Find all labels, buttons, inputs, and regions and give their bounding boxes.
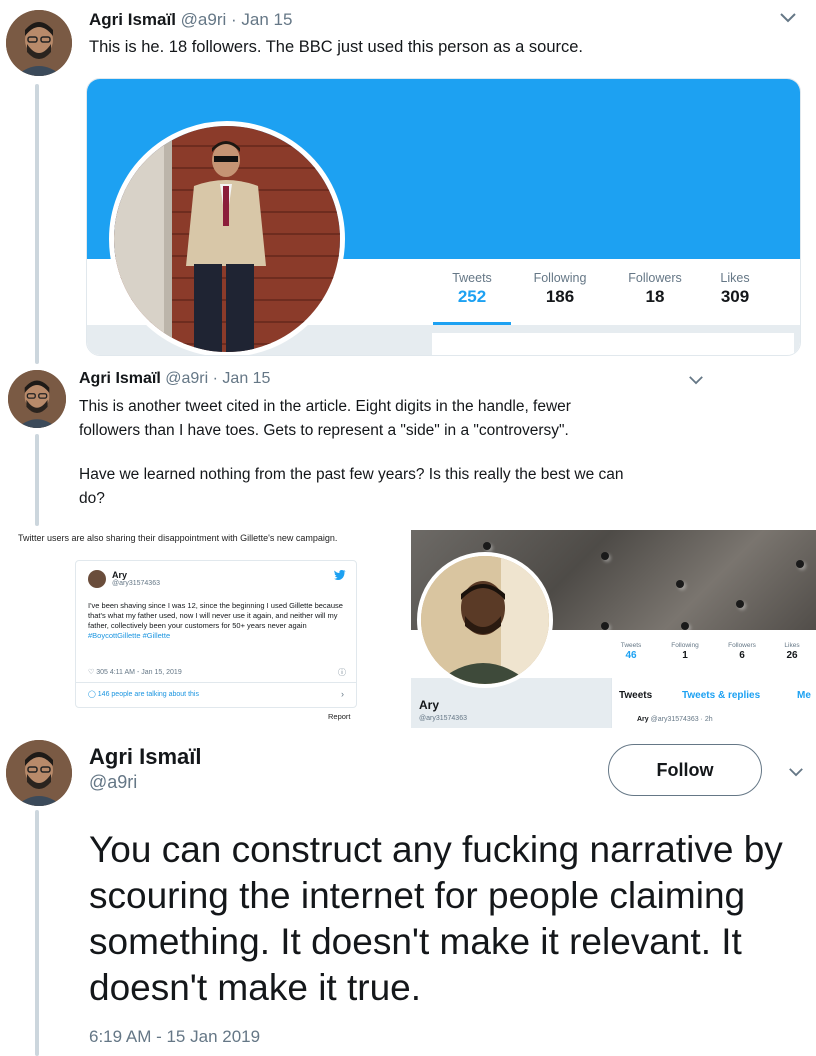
thread-line (35, 810, 39, 1056)
tweet-date[interactable]: · Jan 15 (231, 10, 292, 29)
info-icon[interactable]: ⓘ (338, 667, 346, 678)
thread-line (35, 84, 39, 364)
likes-and-time: ♡ 305 4:11 AM - Jan 15, 2019 (88, 669, 182, 676)
stat-value: 186 (545, 287, 575, 306)
stat-label: Following (533, 271, 587, 285)
chevron-down-icon[interactable] (779, 10, 797, 28)
author-name: Ary (112, 570, 128, 580)
tweet-header: Agri Ismaïl @a9ri · Jan 15 (89, 10, 292, 30)
author-name[interactable]: Agri Ismaïl (89, 744, 201, 770)
stat-followers: Followers 6 (719, 642, 765, 661)
tweet-text: This is he. 18 followers. The BBC just u… (89, 38, 584, 56)
tweet-date[interactable]: · Jan 15 (213, 370, 271, 387)
divider (76, 682, 356, 683)
tweet-text-line: Have we learned nothing from the past fe… (79, 466, 624, 483)
article-caption: Twitter users are also sharing their dis… (18, 533, 338, 543)
tab-tweets-replies: Tweets & replies (682, 690, 761, 701)
tweet-text-line: This is another tweet cited in the artic… (79, 398, 571, 415)
tweet-body: I've been shaving since I was 12, since … (88, 601, 343, 630)
profile-card[interactable]: Tweets 252 Following 186 Followers 18 Li… (86, 78, 801, 356)
stat-likes[interactable]: Likes 309 (705, 271, 765, 307)
avatar (88, 570, 106, 588)
follow-button[interactable]: Follow (608, 744, 762, 796)
item-name: Ary (637, 716, 649, 723)
author-handle[interactable]: @a9ri (165, 370, 208, 387)
tweet-header: Agri Ismaïl @a9ri · Jan 15 (79, 370, 270, 388)
tweet-text: You can construct any fucking narrative … (89, 829, 783, 1008)
stat-label: Followers (628, 271, 682, 285)
talking-link[interactable]: ◯ 146 people are talking about this (88, 690, 199, 698)
profile-handle: @ary31574363 (419, 715, 467, 722)
chevron-down-icon[interactable] (788, 764, 804, 782)
stat-value: 26 (786, 650, 798, 661)
stat-label: Followers (728, 642, 756, 649)
author-name[interactable]: Agri Ismaïl (79, 370, 161, 387)
tab-media: Me (797, 690, 811, 701)
timeline-item: Ary @ary31574363 · 2h (637, 716, 713, 723)
avatar[interactable] (8, 370, 66, 428)
stat-label: Following (671, 642, 699, 649)
avatar[interactable] (6, 10, 72, 76)
stat-label: Tweets (620, 642, 642, 649)
profile-name: Ary (419, 698, 440, 712)
tweet-text-line: followers than I have toes. Gets to repr… (79, 422, 569, 439)
tweet-text-line: do? (79, 490, 105, 507)
tab-tweets: Tweets (619, 690, 653, 701)
stat-value: 6 (739, 650, 745, 661)
stat-value: 309 (720, 287, 750, 306)
thread-line (35, 434, 39, 526)
hashtags[interactable]: #BoycottGillette #Gillette (88, 631, 170, 640)
stat-following[interactable]: Following 186 (523, 271, 597, 307)
stat-followers[interactable]: Followers 18 (617, 271, 693, 307)
report-link[interactable]: Report (328, 712, 351, 721)
stat-likes: Likes 26 (775, 642, 809, 661)
tweet-timestamp[interactable]: 6:19 AM - 15 Jan 2019 (89, 1027, 260, 1047)
embedded-tweet-text: I've been shaving since I was 12, since … (88, 601, 343, 641)
avatar[interactable] (6, 740, 72, 806)
ary-profile-screenshot: Tweets 46 Following 1 Followers 6 Likes … (411, 530, 816, 728)
twitter-bird-icon (334, 570, 346, 583)
chevron-down-icon[interactable] (688, 372, 704, 390)
author-handle[interactable]: @a9ri (89, 772, 137, 793)
author-name[interactable]: Agri Ismaïl (89, 10, 176, 29)
stat-label: Likes (720, 271, 750, 285)
stat-value: 18 (645, 287, 665, 306)
tweet-text: This is another tweet cited in the artic… (79, 395, 719, 511)
author-handle[interactable]: @a9ri (181, 10, 227, 29)
stat-following: Following 1 (663, 642, 707, 661)
stat-label: Likes (784, 642, 800, 649)
stat-label: Tweets (452, 271, 492, 285)
active-tab-underline (433, 322, 511, 325)
stat-value: 1 (682, 650, 688, 661)
stat-tweets[interactable]: Tweets 252 (437, 271, 507, 307)
profile-photo (109, 121, 345, 355)
author-handle: @ary31574363 (112, 580, 160, 587)
chevron-right-icon[interactable]: › (341, 689, 344, 699)
item-meta: @ary31574363 · 2h (650, 716, 713, 723)
stat-tweets: Tweets 46 (611, 642, 651, 661)
stat-value: 46 (625, 650, 637, 661)
profile-photo (417, 552, 553, 688)
stat-value: 252 (457, 287, 487, 306)
embedded-tweet[interactable]: Ary @ary31574363 I've been shaving since… (75, 560, 357, 708)
